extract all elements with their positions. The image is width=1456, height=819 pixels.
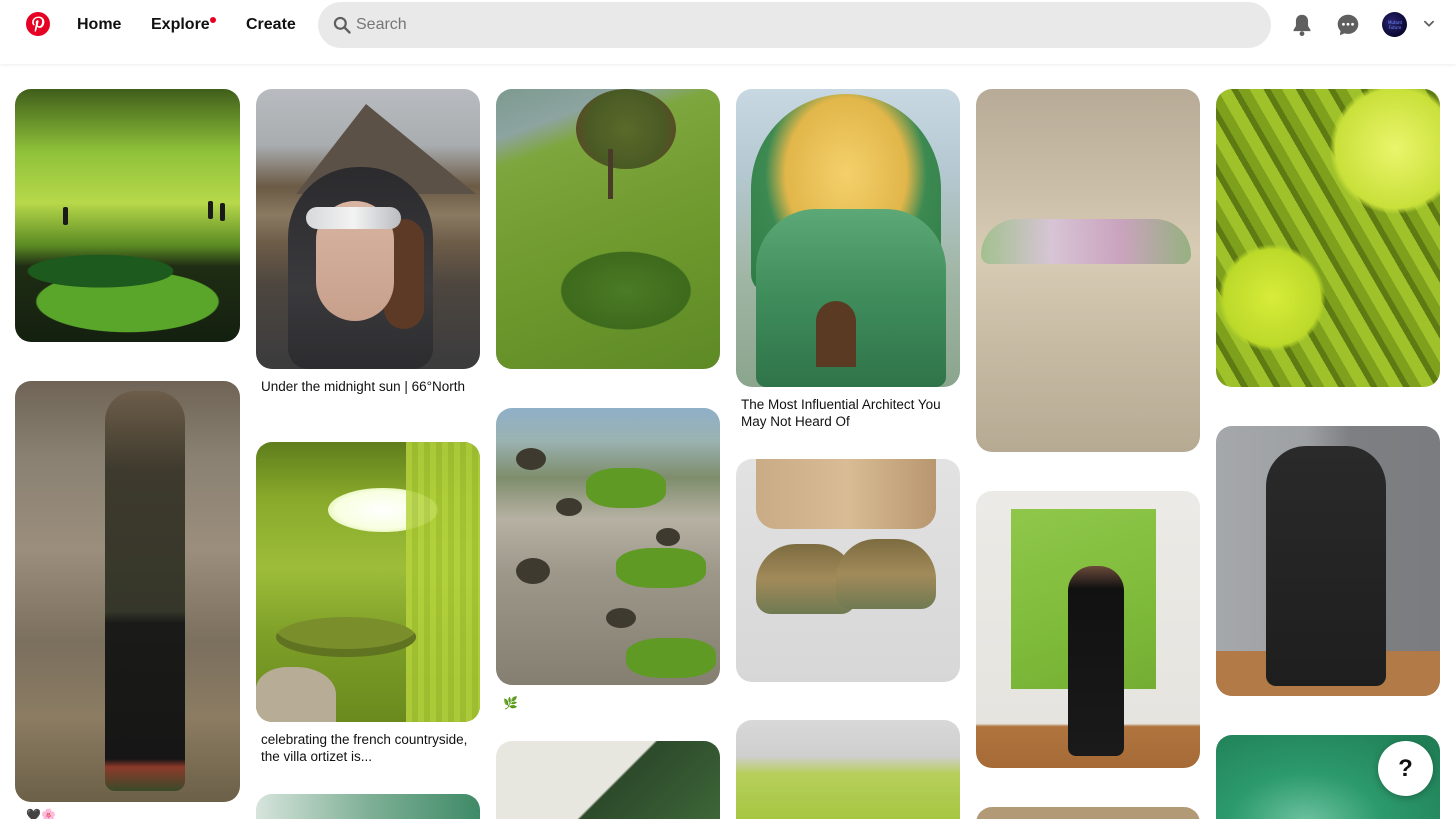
pin-sneakers[interactable] (736, 459, 960, 682)
pin-aerial-meadow[interactable] (496, 89, 720, 369)
door (816, 301, 856, 367)
pin-green-villa-interior[interactable] (256, 442, 480, 722)
chat-bubble-icon[interactable] (1335, 12, 1361, 38)
search-bar[interactable] (318, 2, 1271, 48)
pin-green-room[interactable] (736, 720, 960, 819)
curtain (406, 442, 480, 722)
pin-partial[interactable] (976, 807, 1200, 819)
pin-organic-moss-architecture[interactable] (496, 408, 720, 685)
pin-caption[interactable]: The Most Influential Architect You May N… (741, 396, 956, 430)
pin-immersive-green-installation[interactable] (15, 89, 240, 342)
pin-green-gradient[interactable] (256, 794, 480, 819)
pin-organic-interior[interactable] (976, 89, 1200, 452)
avatar[interactable]: Mutant Future (1382, 12, 1407, 37)
pin-caption-emoji: 🖤🌸 (26, 808, 56, 819)
cavity (556, 498, 582, 516)
silhouette (220, 203, 225, 221)
pin-caption[interactable]: Under the midnight sun | 66°North (261, 378, 471, 395)
search-icon (333, 16, 351, 34)
pin-caption-emoji: 🌿 (503, 696, 518, 710)
pin-gallery-green-canvas[interactable] (976, 491, 1200, 768)
sunken-sofa (276, 617, 416, 657)
tree (576, 89, 676, 169)
nav-explore[interactable]: Explore (151, 14, 210, 36)
pin-black-outfit[interactable] (1216, 426, 1440, 696)
help-button[interactable]: ? (1378, 741, 1433, 796)
notification-dot (210, 17, 216, 23)
rock (256, 667, 336, 722)
nav-home[interactable]: Home (77, 14, 121, 36)
sunglasses (306, 207, 401, 229)
bell-icon[interactable] (1289, 12, 1315, 38)
silhouette (208, 201, 213, 219)
pin-green-architecture[interactable] (736, 89, 960, 387)
person-figure (1068, 566, 1124, 756)
pin-green-abstract[interactable] (496, 741, 720, 819)
avatar-text: Mutant Future (1387, 20, 1403, 30)
top-header: Home Explore Create Mutant Future (0, 0, 1456, 64)
cavity (516, 558, 550, 584)
person-figure (105, 391, 185, 791)
pants (756, 459, 936, 529)
pin-green-glass-sculpture[interactable] (1216, 89, 1440, 387)
pin-midnight-sun[interactable] (256, 89, 480, 369)
nav-create[interactable]: Create (246, 14, 296, 36)
sneaker (836, 539, 936, 609)
pinterest-logo-icon[interactable] (26, 12, 50, 36)
cavity (516, 448, 546, 470)
silhouette (63, 207, 68, 225)
pin-hiker-camouflage[interactable] (15, 381, 240, 802)
cavity (656, 528, 680, 546)
tree-trunk (608, 149, 613, 199)
person-figure (1266, 446, 1386, 686)
pin-caption[interactable]: celebrating the french countryside, the … (261, 731, 471, 765)
chevron-down-icon[interactable] (1422, 17, 1436, 31)
window (981, 219, 1191, 264)
cavity (606, 608, 636, 628)
search-input[interactable] (356, 2, 1236, 48)
moss (616, 548, 706, 588)
moss (626, 638, 716, 678)
moss (586, 468, 666, 508)
